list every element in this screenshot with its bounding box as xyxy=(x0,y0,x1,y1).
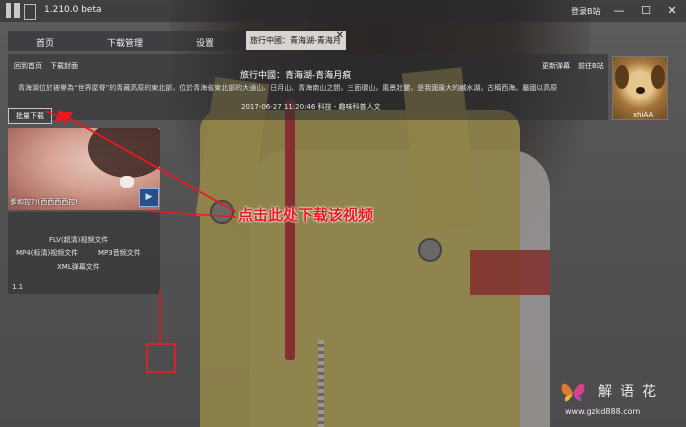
highlight-box xyxy=(146,343,176,373)
butterfly-logo-icon xyxy=(561,383,585,402)
watermark-url: www.gzkd888.com xyxy=(565,407,641,416)
watermark-name: 解语花 xyxy=(598,384,664,400)
annotation-callout: 点击此处下载该视频 xyxy=(238,206,374,224)
